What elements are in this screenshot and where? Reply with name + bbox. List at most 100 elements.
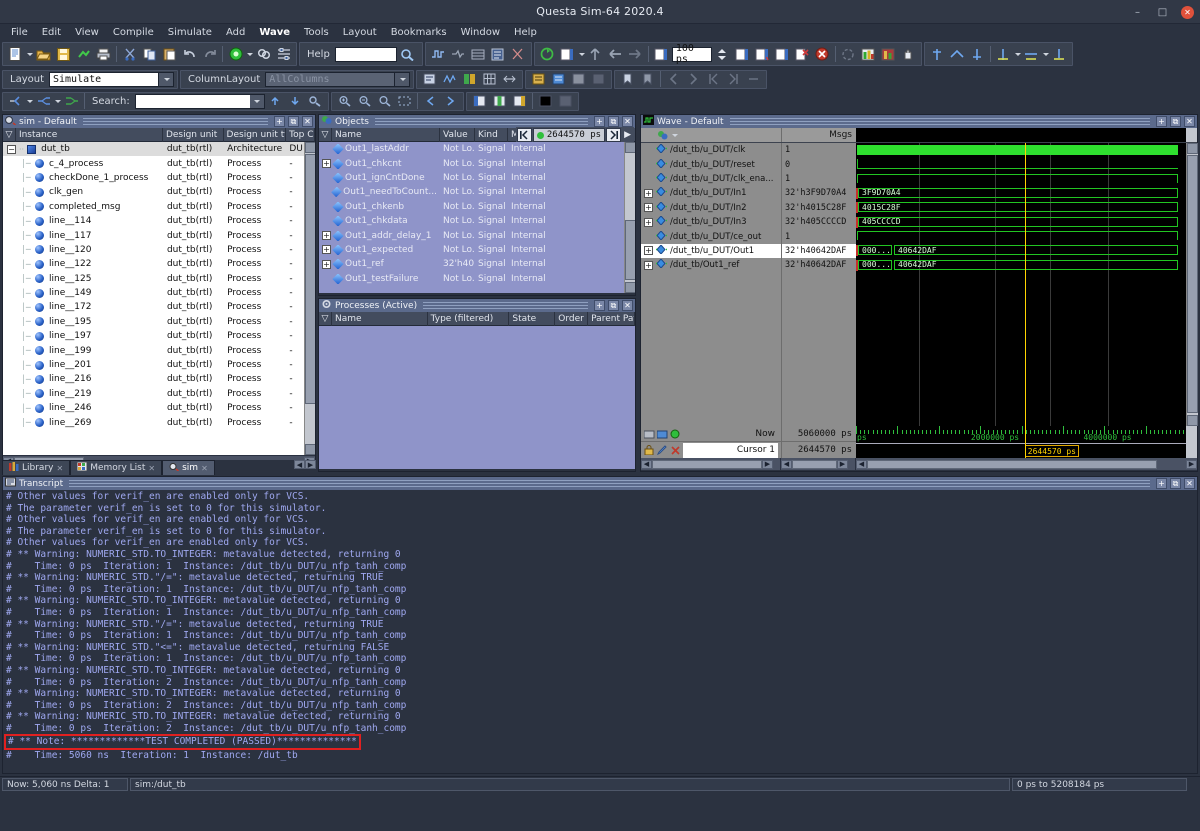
menu-item-help[interactable]: Help [507, 26, 544, 39]
columnlayout-combo[interactable]: AllColumns [265, 72, 410, 87]
zoom-cursor-dropdown-icon[interactable] [1015, 53, 1021, 56]
format-grid-icon[interactable] [480, 70, 499, 89]
format-expand-icon[interactable] [500, 70, 519, 89]
transcript-output[interactable]: # Other values for verif_en are enabled … [3, 490, 1197, 773]
menu-item-view[interactable]: View [68, 26, 106, 39]
sim-instance-row[interactable]: │─line__201dut_tb(rtl)Process- [3, 358, 315, 372]
zoom-full-icon[interactable] [948, 45, 967, 64]
bar-chart-icon[interactable] [859, 45, 878, 64]
processes-panel-undock-button[interactable]: ⧉ [608, 300, 619, 311]
wave-waveform-row[interactable]: 4015C28F [856, 201, 1186, 215]
paste-icon[interactable] [160, 45, 179, 64]
step-dropdown-icon[interactable] [579, 53, 585, 56]
objects-row[interactable]: Out1_chkenbNot Lo...SignalInternal [319, 200, 635, 214]
processes-list[interactable] [319, 326, 635, 469]
tab-library[interactable]: Library✕ [2, 460, 70, 475]
wave-names-hscroll-right[interactable]: ▶ [762, 460, 773, 469]
expand-toggle-icon[interactable]: + [322, 159, 331, 168]
run-icon[interactable] [652, 45, 671, 64]
open-folder-icon[interactable] [34, 45, 53, 64]
search-options-icon[interactable] [306, 92, 325, 111]
wave-panel-close-button[interactable]: ✕ [1184, 116, 1195, 127]
simulate-dropdown-icon[interactable] [247, 53, 253, 56]
format-color-icon[interactable] [460, 70, 479, 89]
menu-item-compile[interactable]: Compile [106, 26, 161, 39]
sim-instance-row[interactable]: │─completed_msgdut_tb(rtl)Process- [3, 200, 315, 214]
wave-cursor-value[interactable]: 2644570 ps [782, 442, 856, 458]
sim-col-design-unit-type[interactable]: Design unit type [224, 128, 287, 142]
tab-memory-list[interactable]: Memory List✕ [70, 460, 162, 475]
run-length-spinner[interactable] [713, 45, 732, 64]
tab-scroll-right[interactable]: ▶ [305, 460, 316, 469]
sim-col-design-unit[interactable]: Design unit [163, 128, 224, 142]
wave-waveform-row[interactable] [856, 229, 1186, 243]
close-button[interactable]: ✕ [1181, 6, 1194, 19]
print-icon[interactable] [94, 45, 113, 64]
panel-right-icon[interactable] [510, 92, 529, 111]
tab-scroll-left[interactable]: ◀ [294, 460, 305, 469]
processes-col-name[interactable]: Name [332, 312, 428, 326]
objects-row[interactable]: +Out1_chkcntNot Lo...SignalInternal [319, 156, 635, 170]
sim-col-instance[interactable]: Instance [16, 128, 163, 142]
columnlayout-dropdown-icon[interactable] [395, 72, 410, 87]
wave-waveform-row[interactable] [856, 157, 1186, 171]
wave-waveform-row[interactable] [856, 172, 1186, 186]
bookmark-add-icon[interactable] [618, 70, 637, 89]
layout-dropdown-icon[interactable] [159, 72, 174, 87]
sim-instance-row[interactable]: │─line__117dut_tb(rtl)Process- [3, 228, 315, 242]
objects-col-value[interactable]: Value [440, 128, 475, 142]
wave-zoom-sel-icon[interactable] [395, 92, 414, 111]
nav-first-icon[interactable] [704, 70, 723, 89]
wave-values-hscroll-right[interactable]: ▶ [837, 460, 848, 469]
tab-close-icon[interactable]: ✕ [148, 464, 155, 473]
transcript-panel-close-button[interactable]: ✕ [1184, 478, 1195, 489]
wave-names-hscroll-left[interactable]: ◀ [641, 460, 652, 469]
search-dropdown-icon[interactable] [250, 94, 265, 109]
expand-toggle-icon[interactable]: + [322, 245, 331, 254]
zoom-cursor-icon[interactable] [994, 45, 1013, 64]
objects-row[interactable]: +Out1_addr_delay_1Not Lo...SignalInterna… [319, 228, 635, 242]
nav-last-icon[interactable] [724, 70, 743, 89]
search-next-icon[interactable] [286, 92, 305, 111]
panel-left-icon[interactable] [470, 92, 489, 111]
tab-close-icon[interactable]: ✕ [56, 464, 63, 473]
menu-item-simulate[interactable]: Simulate [161, 26, 219, 39]
wave-signal-row[interactable]: /dut_tb/u_DUT/clk_ena... [641, 172, 781, 186]
columnlayout-value[interactable]: AllColumns [265, 72, 395, 87]
wave-signal-row[interactable]: /dut_tb/u_DUT/reset [641, 157, 781, 171]
insert-signal-icon[interactable] [6, 92, 25, 111]
step-up-icon[interactable] [586, 45, 605, 64]
wave-zoom-out-icon[interactable] [355, 92, 374, 111]
wave-waveform-row[interactable]: 000...40642DAF [856, 258, 1186, 272]
wave-waveform-row[interactable]: 405CCCCD [856, 215, 1186, 229]
expand-toggle-icon[interactable]: + [644, 261, 653, 270]
transcript-panel-dock-button[interactable]: + [1156, 478, 1167, 489]
transcript-panel-undock-button[interactable]: ⧉ [1170, 478, 1181, 489]
cursor-more-icon[interactable]: ▶ [622, 130, 633, 140]
sim-instance-row[interactable]: │─line__114dut_tb(rtl)Process- [3, 214, 315, 228]
processes-panel-grip[interactable] [423, 302, 588, 309]
hand-icon[interactable] [899, 45, 918, 64]
cursor-prev-icon[interactable] [517, 128, 532, 142]
new-file-dropdown-icon[interactable] [27, 53, 33, 56]
wave-zoom-fit-icon[interactable] [375, 92, 394, 111]
help-input[interactable] [335, 47, 397, 62]
search-prev-icon[interactable] [266, 92, 285, 111]
format-analog-icon[interactable] [440, 70, 459, 89]
objects-col-kind[interactable]: Kind [475, 128, 508, 142]
sim-instance-row[interactable]: │─line__122dut_tb(rtl)Process- [3, 257, 315, 271]
objects-panel-undock-button[interactable]: ⧉ [608, 116, 619, 127]
copy-icon[interactable] [140, 45, 159, 64]
wave-cursor-label[interactable]: Cursor 1 [683, 443, 778, 458]
menu-item-edit[interactable]: Edit [35, 26, 68, 39]
expand-toggle-icon[interactable]: + [644, 218, 653, 227]
zoom-range-icon[interactable] [1022, 45, 1041, 64]
menu-item-window[interactable]: Window [454, 26, 507, 39]
processes-col-order[interactable]: Order [555, 312, 588, 326]
search-input[interactable] [135, 94, 250, 109]
objects-row[interactable]: Out1_ignCntDoneNot Lo...SignalInternal [319, 171, 635, 185]
wave-canvas-hscroll-thumb[interactable] [867, 460, 1157, 469]
new-file-icon[interactable] [6, 45, 25, 64]
sim-instance-row[interactable]: −··dut_tbdut_tb(rtl)ArchitectureDU In [3, 142, 315, 156]
step-back-icon[interactable] [606, 45, 625, 64]
